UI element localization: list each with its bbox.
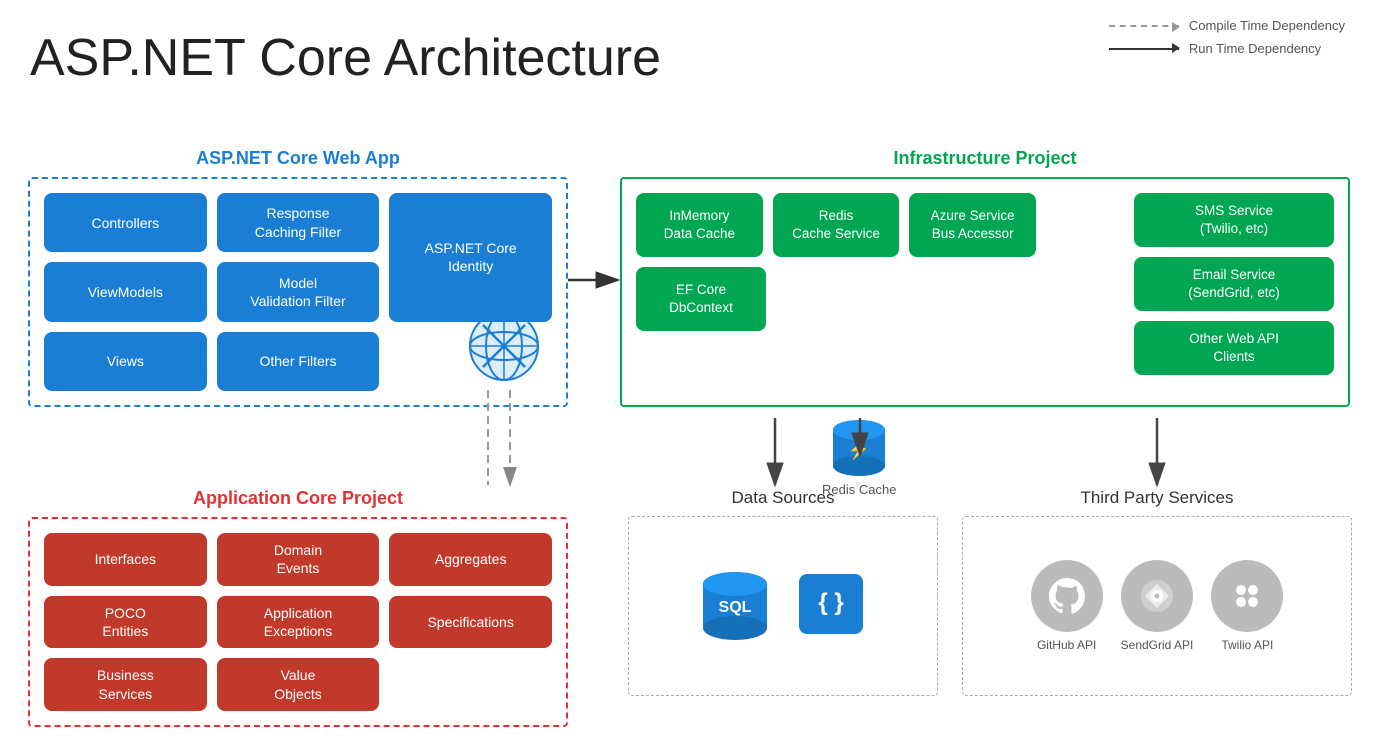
- webapp-aspnet-identity: ASP.NET CoreIdentity: [389, 193, 552, 322]
- infra-other-webapi: Other Web APIClients: [1134, 321, 1334, 375]
- appcore-interfaces: Interfaces: [44, 533, 207, 586]
- infra-redis-service: RedisCache Service: [773, 193, 900, 257]
- nosql-icon: { }: [795, 566, 867, 646]
- appcore-business-services: BusinessServices: [44, 658, 207, 711]
- infra-email-service: Email Service(SendGrid, etc): [1134, 257, 1334, 311]
- svg-text:SQL: SQL: [719, 599, 752, 616]
- appcore-value-objects: ValueObjects: [217, 658, 380, 711]
- appcore-domain-events: DomainEvents: [217, 533, 380, 586]
- runtime-arrow-icon: [1109, 48, 1179, 50]
- page-title: ASP.NET Core Architecture: [30, 28, 661, 88]
- infra-row2: EF CoreDbContext: [636, 267, 1036, 331]
- appcore-box: Interfaces DomainEvents Aggregates POCOE…: [28, 517, 568, 727]
- runtime-label: Run Time Dependency: [1189, 41, 1321, 56]
- infra-row1: InMemoryData Cache RedisCache Service Az…: [636, 193, 1036, 257]
- appcore-aggregates: Aggregates: [389, 533, 552, 586]
- infra-left-panel: InMemoryData Cache RedisCache Service Az…: [636, 193, 1036, 331]
- thirdparty-box: GitHub API SendGrid API: [962, 516, 1352, 696]
- svg-text:⚡: ⚡: [848, 439, 870, 461]
- appcore-application-exceptions: ApplicationExceptions: [217, 596, 380, 649]
- webapp-model-validation: ModelValidation Filter: [217, 262, 380, 321]
- svg-text:{ }: { }: [818, 589, 843, 616]
- legend-compile: Compile Time Dependency: [1109, 18, 1345, 33]
- sql-icon: SQL: [699, 566, 771, 646]
- thirdparty-sendgrid: SendGrid API: [1121, 560, 1194, 652]
- infra-section: Infrastructure Project InMemoryData Cach…: [620, 148, 1350, 418]
- infra-inmemory-cache: InMemoryData Cache: [636, 193, 763, 257]
- redis-icon: ⚡: [831, 418, 887, 478]
- compile-arrow-icon: [1109, 25, 1179, 27]
- appcore-poco-entities: POCOEntities: [44, 596, 207, 649]
- webapp-controllers: Controllers: [44, 193, 207, 252]
- infra-azure-bus: Azure ServiceBus Accessor: [909, 193, 1036, 257]
- sendgrid-icon: [1121, 560, 1193, 632]
- thirdparty-section: Third Party Services GitHub API SendGrid: [962, 488, 1352, 736]
- appcore-empty: [389, 658, 552, 711]
- datasource-sql: SQL: [699, 566, 771, 646]
- legend-runtime: Run Time Dependency: [1109, 41, 1345, 56]
- infra-label: Infrastructure Project: [620, 148, 1350, 169]
- webapp-views: Views: [44, 332, 207, 391]
- twilio-label: Twilio API: [1221, 638, 1273, 652]
- github-label: GitHub API: [1037, 638, 1096, 652]
- twilio-icon: [1211, 560, 1283, 632]
- infra-ef-core: EF CoreDbContext: [636, 267, 766, 331]
- github-icon: [1031, 560, 1103, 632]
- webapp-other-filters: Other Filters: [217, 332, 380, 391]
- datasources-section: Data Sources SQL { }: [628, 488, 938, 736]
- sendgrid-label: SendGrid API: [1121, 638, 1194, 652]
- webapp-viewmodels: ViewModels: [44, 262, 207, 321]
- datasource-nosql: { }: [795, 566, 867, 646]
- webapp-label: ASP.NET Core Web App: [28, 148, 568, 169]
- infra-right-panel: SMS Service(Twilio, etc) Email Service(S…: [1134, 193, 1334, 375]
- legend: Compile Time Dependency Run Time Depende…: [1109, 18, 1345, 56]
- thirdparty-twilio: Twilio API: [1211, 560, 1283, 652]
- appcore-label: Application Core Project: [28, 488, 568, 509]
- thirdparty-label: Third Party Services: [962, 488, 1352, 508]
- infra-sms-service: SMS Service(Twilio, etc): [1134, 193, 1334, 247]
- datasources-label: Data Sources: [628, 488, 938, 508]
- infra-box: InMemoryData Cache RedisCache Service Az…: [620, 177, 1350, 407]
- appcore-specifications: Specifications: [389, 596, 552, 649]
- redis-cache-section: ⚡ Redis Cache: [822, 418, 896, 497]
- webapp-response-caching: ResponseCaching Filter: [217, 193, 380, 252]
- thirdparty-github: GitHub API: [1031, 560, 1103, 652]
- aspnet-globe-icon: [468, 310, 540, 387]
- datasources-box: SQL { }: [628, 516, 938, 696]
- appcore-section: Application Core Project Interfaces Doma…: [28, 488, 568, 736]
- compile-label: Compile Time Dependency: [1189, 18, 1345, 33]
